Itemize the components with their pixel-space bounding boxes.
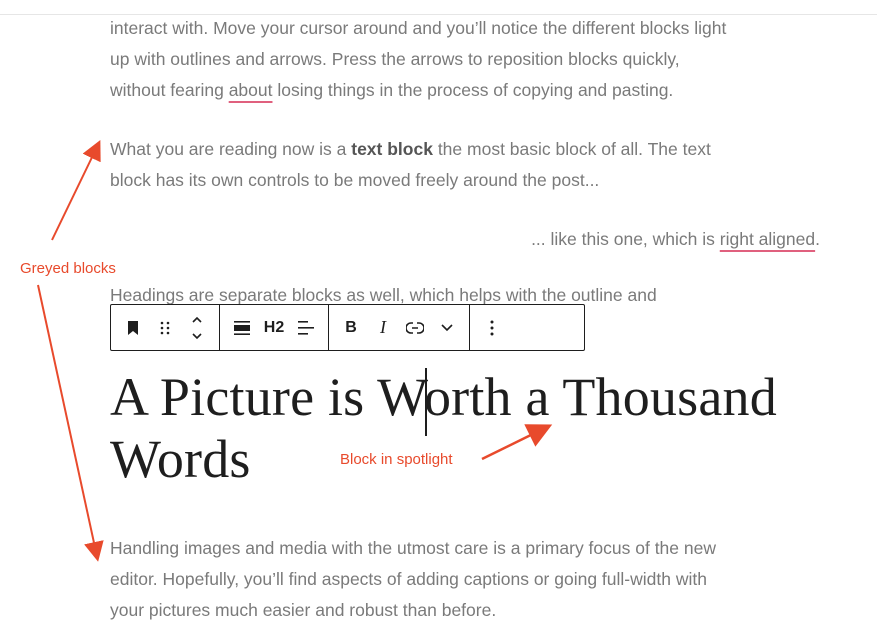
paragraph-line: your pictures much easier and robust tha… [110,600,497,620]
align-icon[interactable] [226,305,258,350]
link-icon[interactable] [399,305,431,350]
spotlight-annotation: Block in spotlight [340,451,453,468]
heading-line: Words [110,429,251,489]
text-align-icon[interactable] [290,305,322,350]
toolbar-group-format: B I [329,305,470,350]
move-up-down-icon[interactable] [181,305,213,350]
greyed-blocks-annotation: Greyed blocks [20,260,116,277]
about-link[interactable]: about [229,80,273,100]
right-aligned-paragraph[interactable]: ... like this one, which is right aligne… [110,224,820,255]
chevron-down-icon[interactable] [431,305,463,350]
paragraph-line: without fearing about losing things in t… [110,80,674,100]
bold-text: text block [351,139,433,159]
paragraph-line: Headings are separate blocks as well, wh… [110,285,657,305]
toolbar-group-block [111,305,220,350]
bookmark-icon[interactable] [117,305,149,350]
arrow-to-greyed-bottom [37,284,104,562]
drag-handle-icon[interactable] [149,305,181,350]
toolbar-group-more [470,305,514,350]
block-toolbar: H2 B I [110,304,585,351]
paragraph-line: What you are reading now is a text block… [110,139,711,159]
paragraph-line: interact with. Move your cursor around a… [110,18,727,38]
text-block-paragraph[interactable]: What you are reading now is a text block… [110,134,830,196]
paragraph-block[interactable]: interact with. Move your cursor around a… [110,13,830,106]
paragraph-block[interactable]: Handling images and media with the utmos… [110,533,830,626]
italic-button[interactable]: I [367,305,399,350]
paragraph-line: block has its own controls to be moved f… [110,170,600,190]
text-cursor [425,368,427,436]
toolbar-group-heading: H2 [220,305,329,350]
arrow-to-greyed-top [51,139,101,241]
paragraph-line: up with outlines and arrows. Press the a… [110,49,680,69]
paragraph-line: Handling images and media with the utmos… [110,538,716,558]
headings-paragraph[interactable]: Headings are separate blocks as well, wh… [110,284,830,306]
right-aligned-link[interactable]: right aligned [720,229,815,249]
heading-line: A Picture is Worth a Thousand [110,367,777,427]
more-options-icon[interactable] [476,305,508,350]
bold-button[interactable]: B [335,305,367,350]
heading-block[interactable]: A Picture is Worth a Thousand Words [110,366,870,490]
heading-level-button[interactable]: H2 [258,305,290,350]
paragraph-line: editor. Hopefully, you’ll find aspects o… [110,569,707,589]
